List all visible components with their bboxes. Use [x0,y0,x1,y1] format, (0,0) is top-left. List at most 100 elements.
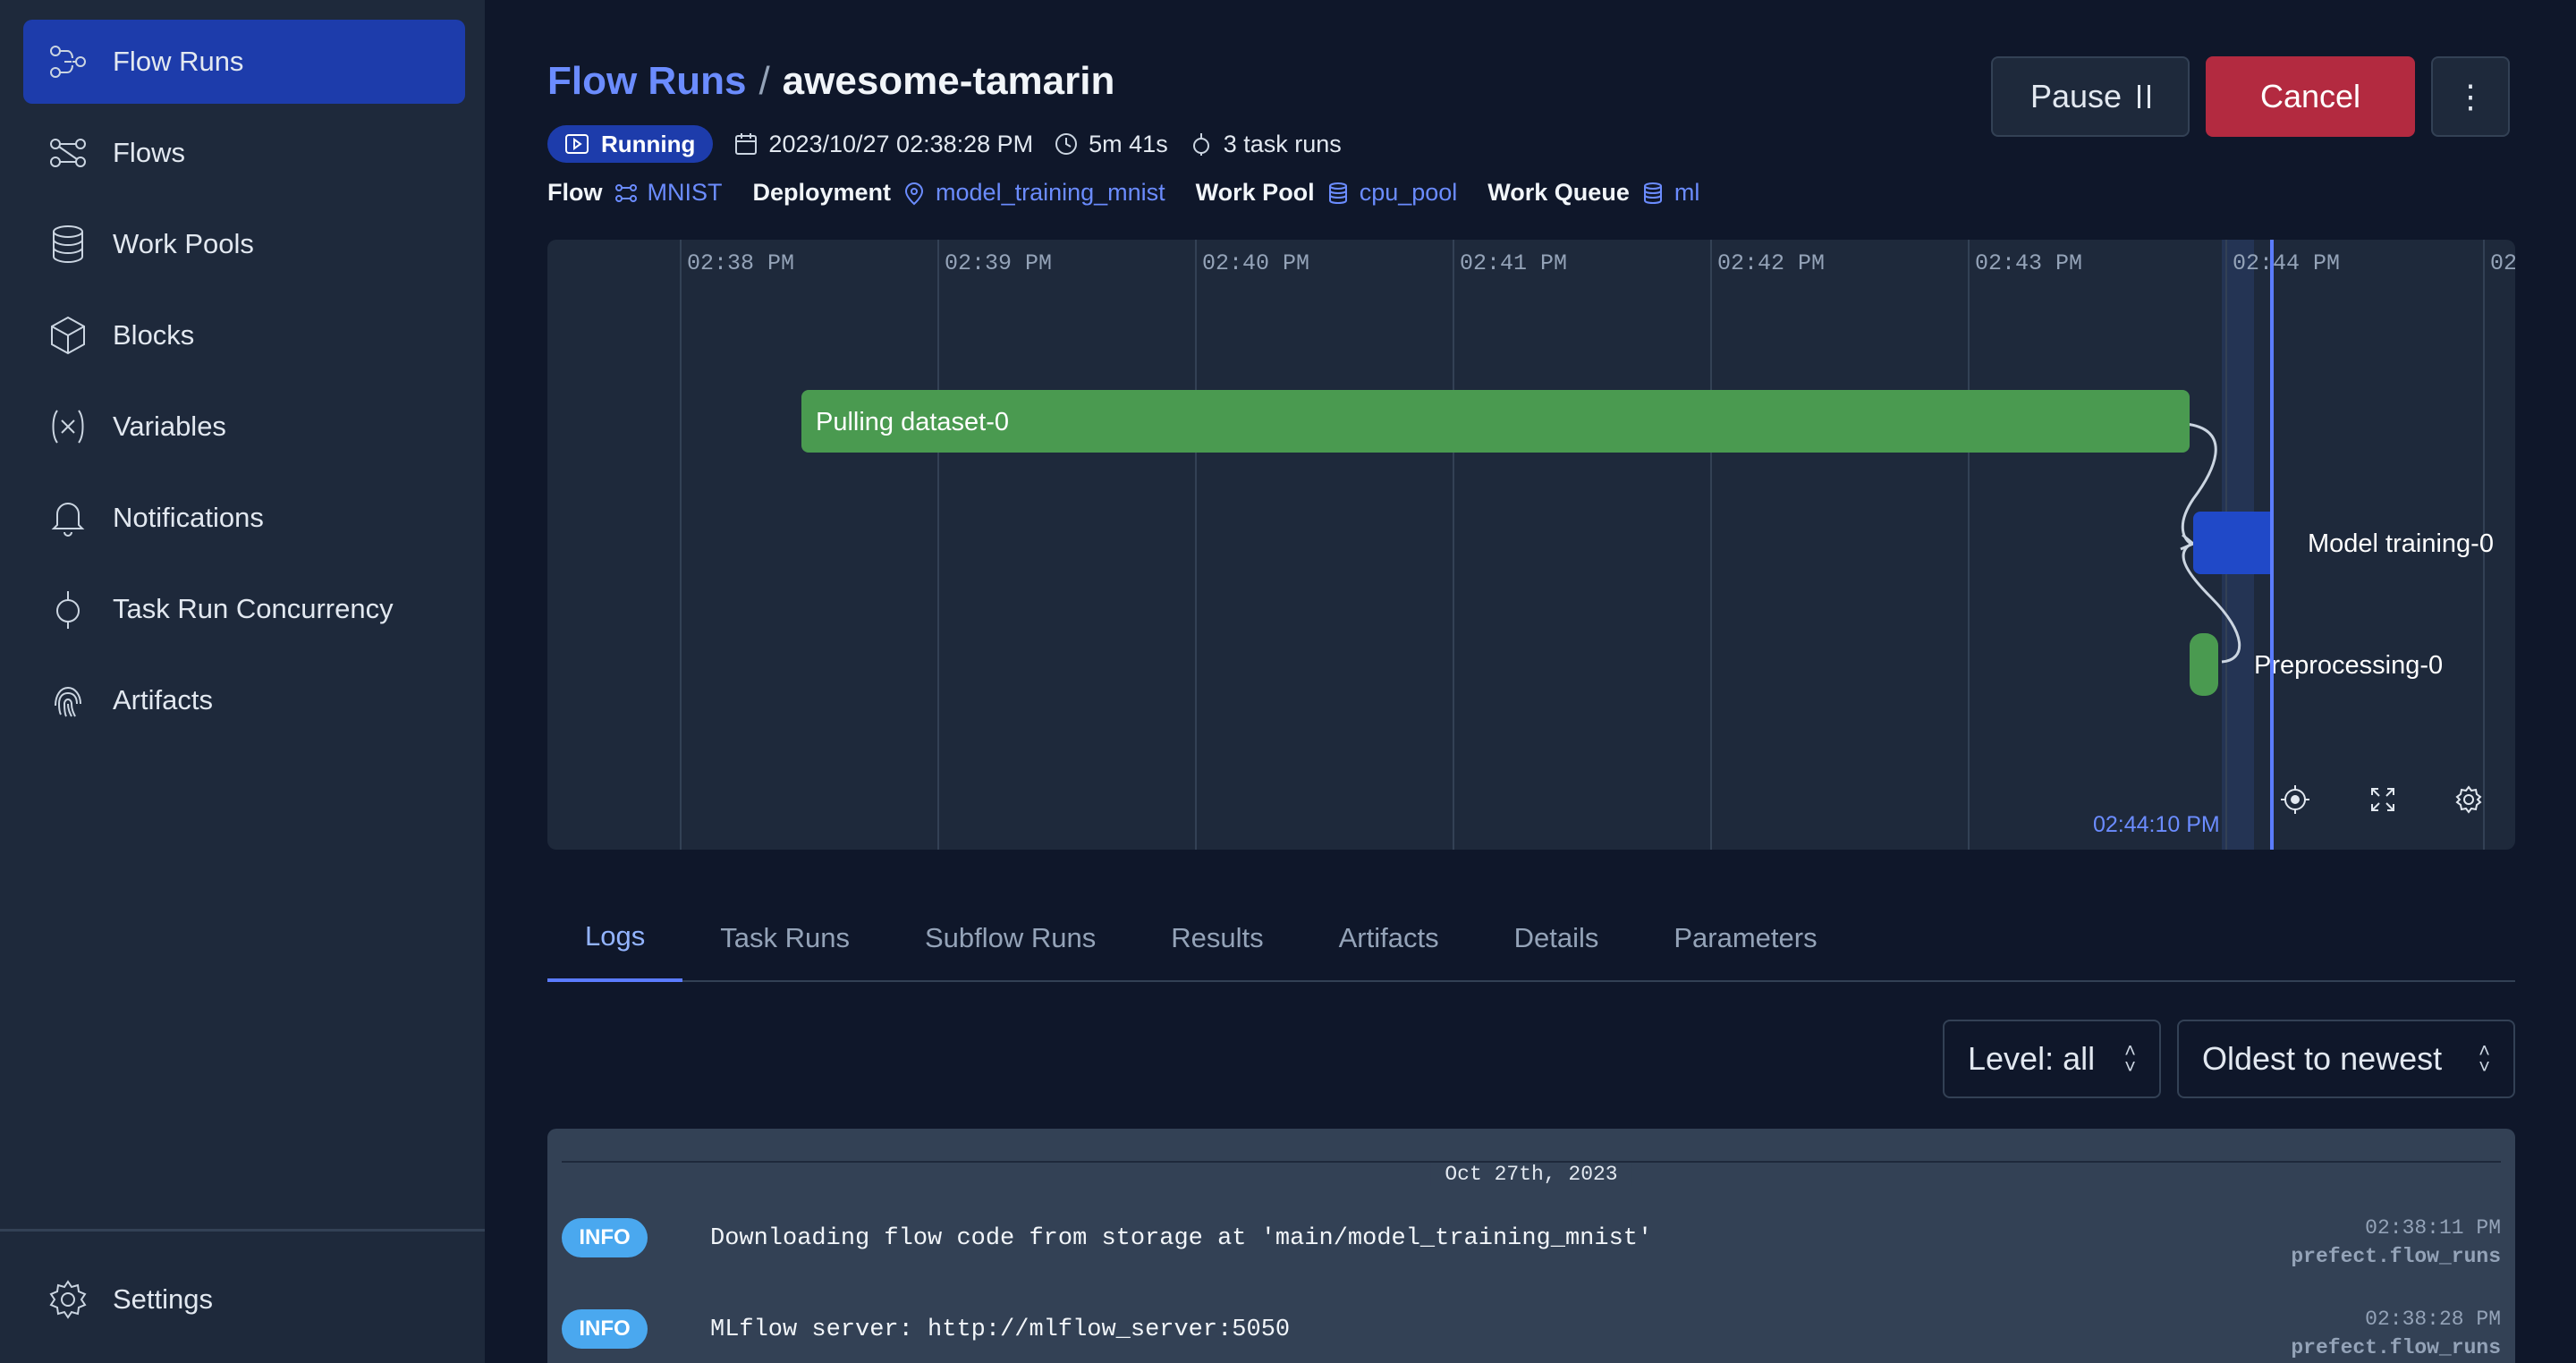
sidebar-item-label: Flow Runs [113,46,244,77]
recenter-icon[interactable] [2277,782,2313,817]
sidebar-item-blocks[interactable]: Blocks [23,293,465,377]
sidebar-item-work-pools[interactable]: Work Pools [23,202,465,286]
log-entry: INFO Downloading flow code from storage … [562,1211,2501,1291]
tab-artifacts[interactable]: Artifacts [1301,894,1477,982]
sidebar-item-label: Blocks [113,319,195,351]
run-details-row: Flow MNIST Deployment model_training_mni… [547,179,1730,207]
sidebar-item-label: Notifications [113,502,264,533]
tab-details[interactable]: Details [1477,894,1637,982]
cube-icon [47,314,89,357]
tab-task-runs[interactable]: Task Runs [682,894,887,982]
sidebar-item-variables[interactable]: Variables [23,385,465,469]
gear-icon [47,1278,89,1321]
sidebar-item-label: Work Pools [113,228,254,259]
task-runs-value: 3 task runs [1223,130,1342,157]
task-run-icon [1192,133,1209,156]
deployment-label: Deployment [752,179,892,206]
bell-icon [47,496,89,539]
log-level-badge: INFO [562,1218,648,1257]
flow-label: Flow [547,179,603,206]
log-entry: INFO MLflow server: http://mlflow_server… [562,1302,2501,1363]
pause-button[interactable]: Pause [1991,56,2190,137]
sidebar-item-flows[interactable]: Flows [23,111,465,195]
sidebar-item-label: Settings [113,1283,214,1315]
start-time: 2023/10/27 02:38:28 PM [733,131,1033,158]
log-date: Oct 27th, 2023 [1430,1163,1632,1186]
database-icon [47,223,89,266]
log-source: prefect.flow_runs [2291,1245,2501,1268]
work-pool-link[interactable]: cpu_pool [1326,179,1457,207]
work-pool-label: Work Pool [1195,179,1315,206]
main-content: Flow Runs / awesome-tamarin Pause Cancel… [487,0,2576,1363]
log-message: MLflow server: http://mlflow_server:5050 [710,1316,1291,1343]
task-bar-label: Pulling dataset-0 [816,408,1010,436]
log-time: 02:38:28 PM [2365,1308,2501,1331]
flow-value: MNIST [647,179,723,206]
work-queue-label: Work Queue [1487,179,1630,206]
log-filters: Level: all ˄ ˅ Oldest to newest ˄ ˅ [1943,1020,2515,1098]
page-title: awesome-tamarin [782,59,1115,103]
timeline-now-label: 02:44:10 PM [2093,812,2220,837]
task-runs-count: 3 task runs [1188,131,1342,158]
log-level-badge: INFO [562,1309,648,1349]
play-icon [565,134,589,154]
tab-results[interactable]: Results [1133,894,1301,982]
sidebar-nav: Flow Runs Flows Work Pools Blocks Variab… [23,20,465,749]
pause-button-label: Pause [2029,78,2123,114]
duration-value: 5m 41s [1089,130,1168,157]
work-queue-link[interactable]: ml [1640,179,1700,207]
sidebar-item-flow-runs[interactable]: Flow Runs [23,20,465,104]
flow-icon [614,183,637,202]
location-pin-icon [905,182,924,205]
task-bar-preprocessing[interactable] [2190,633,2218,696]
sort-select-value: Oldest to newest [2202,1040,2443,1077]
level-select[interactable]: Level: all ˄ ˅ [1943,1020,2161,1098]
log-source: prefect.flow_runs [2291,1336,2501,1359]
clock-icon [1055,133,1078,155]
breadcrumb-separator: / [758,59,770,103]
sort-select[interactable]: Oldest to newest ˄ ˅ [2177,1020,2515,1098]
sidebar-item-notifications[interactable]: Notifications [23,476,465,560]
run-meta: Running 2023/10/27 02:38:28 PM 5m 41s 3 … [547,125,1342,163]
status-badge-label: Running [601,130,696,157]
sidebar-item-settings[interactable]: Settings [23,1257,465,1342]
logs-panel[interactable]: Oct 27th, 2023 INFO Downloading flow cod… [547,1129,2515,1363]
fullscreen-icon[interactable] [2365,782,2401,817]
sidebar-item-task-run-concurrency[interactable]: Task Run Concurrency [23,567,465,651]
sidebar-item-artifacts[interactable]: Artifacts [23,658,465,742]
pause-icon [2138,85,2151,108]
sidebar-item-label: Artifacts [113,684,213,715]
duration: 5m 41s [1053,131,1168,158]
flows-icon [47,131,89,174]
breadcrumb: Flow Runs / awesome-tamarin [547,59,1114,104]
database-icon [1328,182,1347,204]
concurrency-icon [47,588,89,631]
timeline-settings-icon[interactable] [2451,782,2487,817]
timeline-now-line [2270,240,2274,850]
chevron-up-down-icon: ˄ ˅ [2124,1039,2136,1078]
tab-subflow-runs[interactable]: Subflow Runs [887,894,1133,982]
fingerprint-icon [47,679,89,722]
variable-icon [47,405,89,448]
status-badge: Running [547,125,714,163]
database-icon [1643,182,1662,204]
work-queue-value: ml [1674,179,1700,206]
flow-runs-icon [47,40,89,83]
flow-link[interactable]: MNIST [614,179,723,207]
log-message: Downloading flow code from storage at 'm… [710,1225,1653,1252]
start-time-value: 2023/10/27 02:38:28 PM [768,130,1034,157]
task-bar-pulling-dataset[interactable] [801,390,2190,453]
breadcrumb-flow-runs-link[interactable]: Flow Runs [547,59,746,104]
cancel-button[interactable]: Cancel [2206,56,2415,137]
sidebar-item-label: Task Run Concurrency [113,593,394,624]
sidebar-divider [0,1229,485,1232]
deployment-link[interactable]: model_training_mnist [902,179,1165,207]
sidebar: Flow Runs Flows Work Pools Blocks Variab… [0,0,487,1363]
task-bar-label: Model training-0 [2308,529,2494,558]
task-bar-label: Preprocessing-0 [2254,651,2444,680]
tab-parameters[interactable]: Parameters [1636,894,1854,982]
tab-logs[interactable]: Logs [547,894,683,982]
flow-run-timeline[interactable]: 02:38 PM 02:39 PM 02:40 PM 02:41 PM 02:4… [547,240,2515,850]
task-bar-model-training[interactable] [2193,512,2272,574]
more-options-button[interactable]: ⋮ [2431,56,2510,137]
